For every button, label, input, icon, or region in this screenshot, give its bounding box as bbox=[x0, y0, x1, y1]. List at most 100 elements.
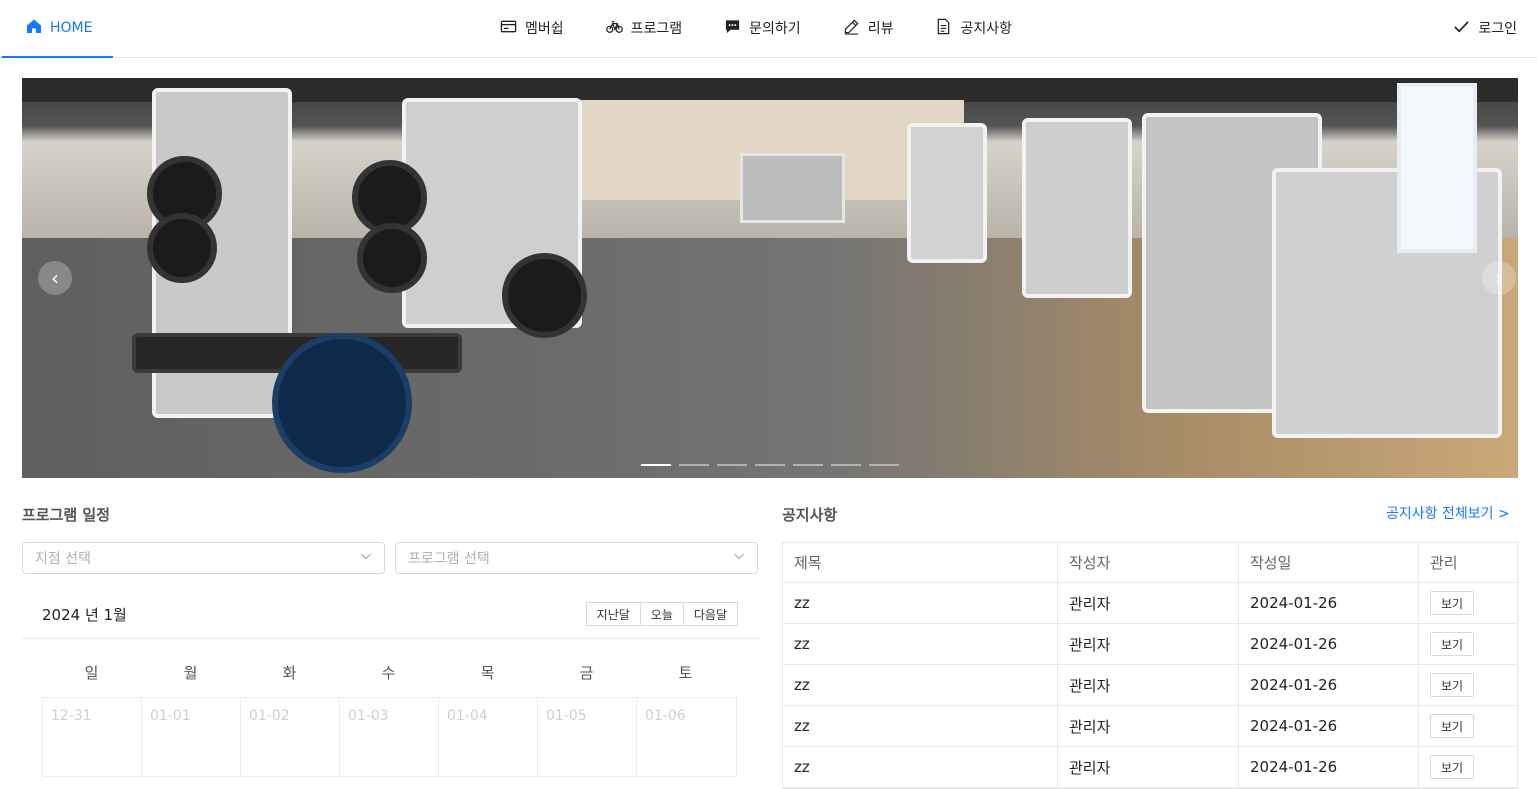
login-button[interactable]: 로그인 bbox=[1453, 0, 1517, 56]
prev-month-button[interactable]: 지난달 bbox=[585, 602, 641, 626]
notice-date-cell: 2024-01-26 bbox=[1239, 624, 1419, 664]
column-header: 제목 bbox=[783, 543, 1058, 582]
notice-action-cell: 보기 bbox=[1419, 747, 1517, 787]
carousel-dot[interactable] bbox=[755, 464, 785, 466]
nav-inquiry[interactable]: 문의하기 bbox=[724, 18, 801, 39]
weekday-label: 목 bbox=[480, 664, 495, 682]
column-header: 작성일 bbox=[1239, 543, 1419, 582]
notice-action-cell: 보기 bbox=[1419, 665, 1517, 705]
nav-review[interactable]: 리뷰 bbox=[843, 18, 894, 39]
gym-machine bbox=[1022, 118, 1132, 298]
chevron-down-icon bbox=[360, 550, 372, 566]
chat-icon bbox=[724, 18, 741, 39]
carousel-dot[interactable] bbox=[717, 464, 747, 466]
weight-plate bbox=[502, 253, 587, 338]
view-button[interactable]: 보기 bbox=[1430, 591, 1475, 615]
table-row: zz 관리자 2024-01-26 보기 bbox=[783, 583, 1517, 624]
dumbbell-rack bbox=[740, 153, 845, 223]
carousel-dot[interactable] bbox=[793, 464, 823, 466]
weight-plate bbox=[357, 223, 427, 293]
nav-review-label: 리뷰 bbox=[867, 21, 894, 37]
chevron-down-icon bbox=[733, 550, 745, 566]
nav-home-label: HOME bbox=[50, 20, 93, 36]
pencil-icon bbox=[843, 18, 860, 39]
notice-author-cell: 관리자 bbox=[1058, 583, 1239, 623]
column-header: 작성자 bbox=[1058, 543, 1239, 582]
notice-title-cell: zz bbox=[783, 583, 1058, 623]
carousel-indicators bbox=[641, 464, 899, 466]
weekday-label: 금 bbox=[579, 664, 594, 682]
table-header: 제목 작성자 작성일 관리 bbox=[783, 543, 1517, 583]
calendar-day[interactable]: 01-02 bbox=[240, 697, 339, 777]
notice-author-cell: 관리자 bbox=[1058, 665, 1239, 705]
view-button[interactable]: 보기 bbox=[1430, 673, 1475, 697]
document-icon bbox=[935, 18, 952, 39]
weight-plate bbox=[147, 213, 217, 283]
bicycle-icon bbox=[605, 18, 623, 39]
gym-machine bbox=[907, 123, 987, 263]
notice-author-cell: 관리자 bbox=[1058, 624, 1239, 664]
nav-membership-label: 멤버쉽 bbox=[525, 21, 564, 37]
program-select[interactable]: 프로그램 선택 bbox=[395, 542, 758, 574]
nav-notice[interactable]: 공지사항 bbox=[935, 18, 1012, 39]
notice-title: 공지사항 bbox=[782, 506, 838, 524]
notice-title-cell: zz bbox=[783, 706, 1058, 746]
view-button[interactable]: 보기 bbox=[1430, 755, 1475, 779]
calendar-day[interactable]: 01-06 bbox=[636, 697, 737, 777]
carousel-prev-button[interactable]: ‹ bbox=[38, 261, 72, 295]
notice-title-cell: zz bbox=[783, 665, 1058, 705]
weekday-label: 화 bbox=[282, 664, 297, 682]
schedule-title: 프로그램 일정 bbox=[22, 506, 111, 524]
view-button[interactable]: 보기 bbox=[1430, 714, 1475, 738]
carousel-dot[interactable] bbox=[869, 464, 899, 466]
weekday-label: 수 bbox=[381, 664, 396, 682]
calendar-day[interactable]: 01-03 bbox=[339, 697, 438, 777]
program-select-placeholder: 프로그램 선택 bbox=[408, 551, 490, 567]
nav-program[interactable]: 프로그램 bbox=[605, 18, 682, 39]
calendar-day[interactable]: 01-05 bbox=[537, 697, 636, 777]
notice-action-cell: 보기 bbox=[1419, 583, 1517, 623]
calendar-month: 2024 년 1월 bbox=[42, 606, 127, 624]
nav-home[interactable]: HOME bbox=[2, 0, 113, 58]
carousel-dot[interactable] bbox=[831, 464, 861, 466]
check-icon bbox=[1453, 18, 1470, 39]
calendar-header: 2024 년 1월 지난달 오늘 다음달 bbox=[22, 596, 759, 639]
carousel-next-button[interactable]: › bbox=[1482, 261, 1516, 295]
calendar-day[interactable]: 12-31 bbox=[42, 697, 141, 777]
notice-date-cell: 2024-01-26 bbox=[1239, 583, 1419, 623]
branch-select-placeholder: 지점 선택 bbox=[35, 551, 91, 567]
weekday-label: 일 bbox=[84, 664, 99, 682]
notice-title-cell: zz bbox=[783, 747, 1058, 787]
view-button[interactable]: 보기 bbox=[1430, 632, 1475, 656]
notice-date-cell: 2024-01-26 bbox=[1239, 706, 1419, 746]
branch-select[interactable]: 지점 선택 bbox=[22, 542, 385, 574]
notice-table: 제목 작성자 작성일 관리 zz 관리자 2024-01-26 보기 zz 관리… bbox=[782, 542, 1518, 789]
top-navigation: HOME 멤버쉽 프로그램 문의하기 리뷰 공지사항 로그인 bbox=[0, 0, 1537, 58]
table-row: zz 관리자 2024-01-26 보기 bbox=[783, 665, 1517, 706]
column-header: 관리 bbox=[1430, 554, 1458, 572]
notice-date-cell: 2024-01-26 bbox=[1239, 747, 1419, 787]
weight-plate bbox=[272, 333, 412, 473]
table-row: zz 관리자 2024-01-26 보기 bbox=[783, 706, 1517, 747]
nav-inquiry-label: 문의하기 bbox=[749, 21, 801, 37]
today-button[interactable]: 오늘 bbox=[639, 602, 684, 626]
notice-action-cell: 보기 bbox=[1419, 624, 1517, 664]
notice-date-cell: 2024-01-26 bbox=[1239, 665, 1419, 705]
table-row: zz 관리자 2024-01-26 보기 bbox=[783, 747, 1517, 788]
hero-carousel: ‹ › bbox=[22, 78, 1518, 478]
table-row: zz 관리자 2024-01-26 보기 bbox=[783, 624, 1517, 665]
carousel-dot[interactable] bbox=[679, 464, 709, 466]
card-icon bbox=[500, 18, 517, 39]
notice-action-cell: 보기 bbox=[1419, 706, 1517, 746]
calendar-day[interactable]: 01-04 bbox=[438, 697, 537, 777]
carousel-dot[interactable] bbox=[641, 464, 671, 466]
poster bbox=[1397, 83, 1477, 253]
calendar-nav: 지난달 오늘 다음달 bbox=[585, 602, 738, 626]
weekday-label: 토 bbox=[678, 664, 693, 682]
calendar-day[interactable]: 01-01 bbox=[141, 697, 240, 777]
view-all-notices-link[interactable]: 공지사항 전체보기 > bbox=[1386, 503, 1510, 523]
nav-notice-label: 공지사항 bbox=[960, 21, 1012, 37]
notice-author-cell: 관리자 bbox=[1058, 706, 1239, 746]
next-month-button[interactable]: 다음달 bbox=[682, 602, 738, 626]
nav-membership[interactable]: 멤버쉽 bbox=[500, 18, 564, 39]
